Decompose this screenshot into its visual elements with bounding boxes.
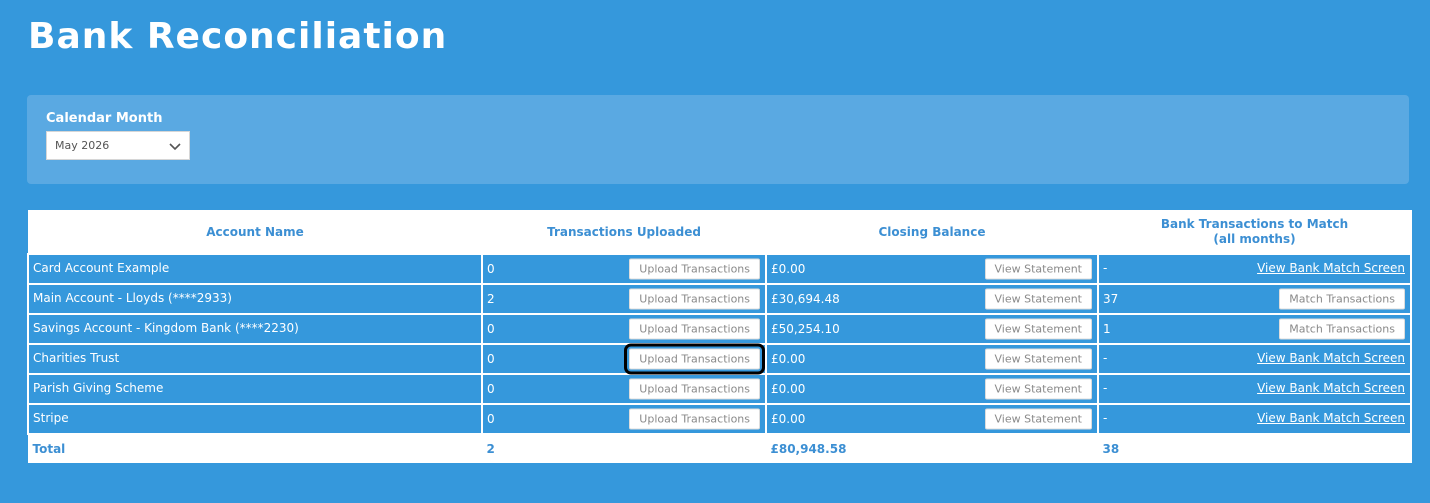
total-balance: £80,948.58 bbox=[770, 441, 847, 456]
view-bank-match-link[interactable]: View Bank Match Screen bbox=[1257, 351, 1405, 365]
col-header-to-match-sub: (all months) bbox=[1213, 232, 1296, 246]
to-match-count: 37 bbox=[1103, 292, 1119, 306]
account-name-cell: Stripe bbox=[27, 403, 483, 435]
upload-transactions-button[interactable]: Upload Transactions bbox=[624, 343, 765, 375]
to-match-cell: - View Bank Match Screen bbox=[1097, 253, 1412, 285]
uploaded-cell: 0 Upload Transactions bbox=[481, 373, 767, 405]
account-name: Main Account - Lloyds (****2933) bbox=[33, 291, 232, 305]
table-row: Charities Trust 0 Upload Transactions £0.… bbox=[27, 343, 1412, 375]
closing-balance: £30,694.48 bbox=[771, 292, 840, 306]
uploaded-cell: 0 Upload Transactions bbox=[481, 343, 767, 375]
account-name: Charities Trust bbox=[33, 351, 120, 365]
account-name-cell: Card Account Example bbox=[27, 253, 483, 285]
total-to-match: 38 bbox=[1102, 441, 1120, 456]
uploaded-cell: 0 Upload Transactions bbox=[481, 403, 767, 435]
table-header-row: Account Name Transactions Uploaded Closi… bbox=[27, 210, 1412, 255]
to-match-cell: 1 Match Transactions bbox=[1097, 313, 1412, 345]
uploaded-count: 2 bbox=[487, 292, 495, 306]
match-transactions-button[interactable]: Match Transactions bbox=[1279, 318, 1405, 340]
account-name-cell: Parish Giving Scheme bbox=[27, 373, 483, 405]
view-bank-match-link[interactable]: View Bank Match Screen bbox=[1257, 261, 1405, 275]
view-bank-match-link[interactable]: View Bank Match Screen bbox=[1257, 411, 1405, 425]
view-statement-button[interactable]: View Statement bbox=[984, 288, 1092, 310]
page-title: Bank Reconciliation bbox=[28, 16, 448, 57]
view-statement-button[interactable]: View Statement bbox=[984, 258, 1092, 280]
upload-transactions-button[interactable]: Upload Transactions bbox=[629, 318, 760, 340]
to-match-cell: - View Bank Match Screen bbox=[1097, 343, 1412, 375]
account-name-cell: Savings Account - Kingdom Bank (****2230… bbox=[27, 313, 483, 345]
upload-transactions-button[interactable]: Upload Transactions bbox=[629, 378, 760, 400]
col-header-closing-balance: Closing Balance bbox=[765, 210, 1099, 255]
account-name-cell: Charities Trust bbox=[27, 343, 483, 375]
upload-transactions-button[interactable]: Upload Transactions bbox=[629, 258, 760, 280]
table-row: Card Account Example 0 Upload Transaction… bbox=[27, 253, 1412, 285]
account-name-cell: Main Account - Lloyds (****2933) bbox=[27, 283, 483, 315]
table-row: Parish Giving Scheme 0 Upload Transaction… bbox=[27, 373, 1412, 405]
to-match-count: - bbox=[1103, 351, 1108, 365]
to-match-count: 1 bbox=[1103, 322, 1111, 336]
reconciliation-table: Account Name Transactions Uploaded Closi… bbox=[27, 210, 1412, 463]
total-uploaded-cell: 2 bbox=[481, 433, 767, 463]
total-label-cell: Total bbox=[27, 433, 483, 463]
uploaded-count: 0 bbox=[487, 322, 495, 336]
balance-cell: £50,254.10 View Statement bbox=[765, 313, 1099, 345]
total-balance-cell: £80,948.58 bbox=[765, 433, 1099, 463]
to-match-count: - bbox=[1103, 381, 1108, 395]
account-name: Card Account Example bbox=[33, 261, 170, 275]
view-statement-button[interactable]: View Statement bbox=[984, 348, 1092, 370]
col-header-to-match-title: Bank Transactions to Match bbox=[1160, 217, 1349, 231]
view-statement-button[interactable]: View Statement bbox=[984, 318, 1092, 340]
match-transactions-button[interactable]: Match Transactions bbox=[1279, 288, 1405, 310]
uploaded-count: 0 bbox=[487, 412, 495, 426]
uploaded-cell: 2 Upload Transactions bbox=[481, 283, 767, 315]
total-to-match-cell: 38 bbox=[1097, 433, 1412, 463]
table-row: Stripe 0 Upload Transactions £0.00 View St… bbox=[27, 403, 1412, 435]
calendar-month-select[interactable]: May 2026 bbox=[46, 131, 190, 160]
balance-cell: £30,694.48 View Statement bbox=[765, 283, 1099, 315]
total-row: Total 2 £80,948.58 38 bbox=[27, 433, 1412, 463]
closing-balance: £0.00 bbox=[771, 262, 806, 276]
view-statement-button[interactable]: View Statement bbox=[984, 408, 1092, 430]
closing-balance: £0.00 bbox=[771, 382, 806, 396]
to-match-cell: 37 Match Transactions bbox=[1097, 283, 1412, 315]
upload-transactions-button[interactable]: Upload Transactions bbox=[629, 408, 760, 430]
chevron-down-icon bbox=[169, 143, 181, 151]
col-header-transactions-uploaded: Transactions Uploaded bbox=[481, 210, 767, 255]
uploaded-count: 0 bbox=[487, 352, 495, 366]
col-header-to-match: Bank Transactions to Match (all months) bbox=[1097, 210, 1412, 255]
upload-transactions-button[interactable]: Upload Transactions bbox=[629, 288, 760, 310]
balance-cell: £0.00 View Statement bbox=[765, 373, 1099, 405]
calendar-month-value: May 2026 bbox=[55, 139, 110, 152]
balance-cell: £0.00 View Statement bbox=[765, 343, 1099, 375]
view-bank-match-link[interactable]: View Bank Match Screen bbox=[1257, 381, 1405, 395]
view-statement-button[interactable]: View Statement bbox=[984, 378, 1092, 400]
uploaded-cell: 0 Upload Transactions bbox=[481, 313, 767, 345]
uploaded-count: 0 bbox=[487, 382, 495, 396]
account-name: Stripe bbox=[33, 411, 69, 425]
table-row: Savings Account - Kingdom Bank (****2230… bbox=[27, 313, 1412, 345]
filter-panel: Calendar Month May 2026 bbox=[27, 95, 1409, 184]
balance-cell: £0.00 View Statement bbox=[765, 403, 1099, 435]
total-label: Total bbox=[32, 441, 66, 456]
calendar-month-label: Calendar Month bbox=[46, 111, 163, 126]
balance-cell: £0.00 View Statement bbox=[765, 253, 1099, 285]
closing-balance: £0.00 bbox=[771, 412, 806, 426]
col-header-account-name: Account Name bbox=[27, 210, 483, 255]
account-name: Savings Account - Kingdom Bank (****2230… bbox=[33, 321, 299, 335]
total-uploaded: 2 bbox=[486, 441, 495, 456]
to-match-cell: - View Bank Match Screen bbox=[1097, 373, 1412, 405]
uploaded-count: 0 bbox=[487, 262, 495, 276]
table-row: Main Account - Lloyds (****2933) 2 Upload… bbox=[27, 283, 1412, 315]
account-name: Parish Giving Scheme bbox=[33, 381, 164, 395]
closing-balance: £0.00 bbox=[771, 352, 806, 366]
to-match-cell: - View Bank Match Screen bbox=[1097, 403, 1412, 435]
to-match-count: - bbox=[1103, 261, 1108, 275]
closing-balance: £50,254.10 bbox=[771, 322, 840, 336]
uploaded-cell: 0 Upload Transactions bbox=[481, 253, 767, 285]
to-match-count: - bbox=[1103, 411, 1108, 425]
